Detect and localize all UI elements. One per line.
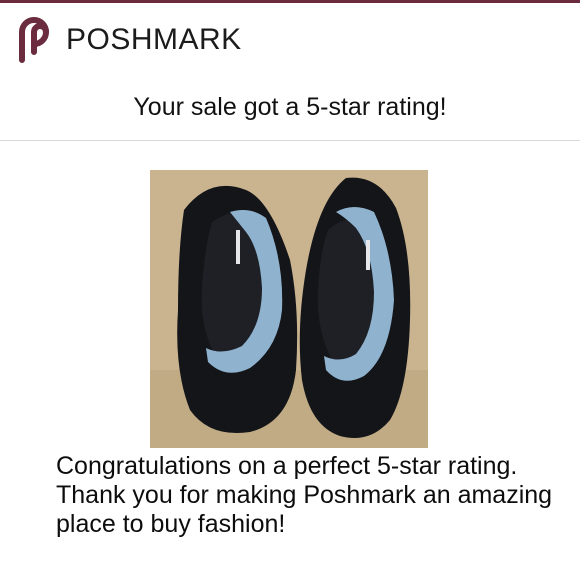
notification-message: Congratulations on a perfect 5-star rati… [56, 452, 553, 538]
brand-name: POSHMARK [66, 23, 242, 56]
top-accent-bar [0, 0, 580, 3]
brand-header[interactable]: POSHMARK [14, 16, 242, 64]
notification-headline: Your sale got a 5-star rating! [133, 93, 447, 121]
poshmark-logo-icon [19, 17, 50, 63]
divider [0, 140, 580, 141]
product-photo[interactable] [150, 170, 428, 448]
email-notification: POSHMARK Your sale got a 5-star rating! … [0, 0, 580, 580]
